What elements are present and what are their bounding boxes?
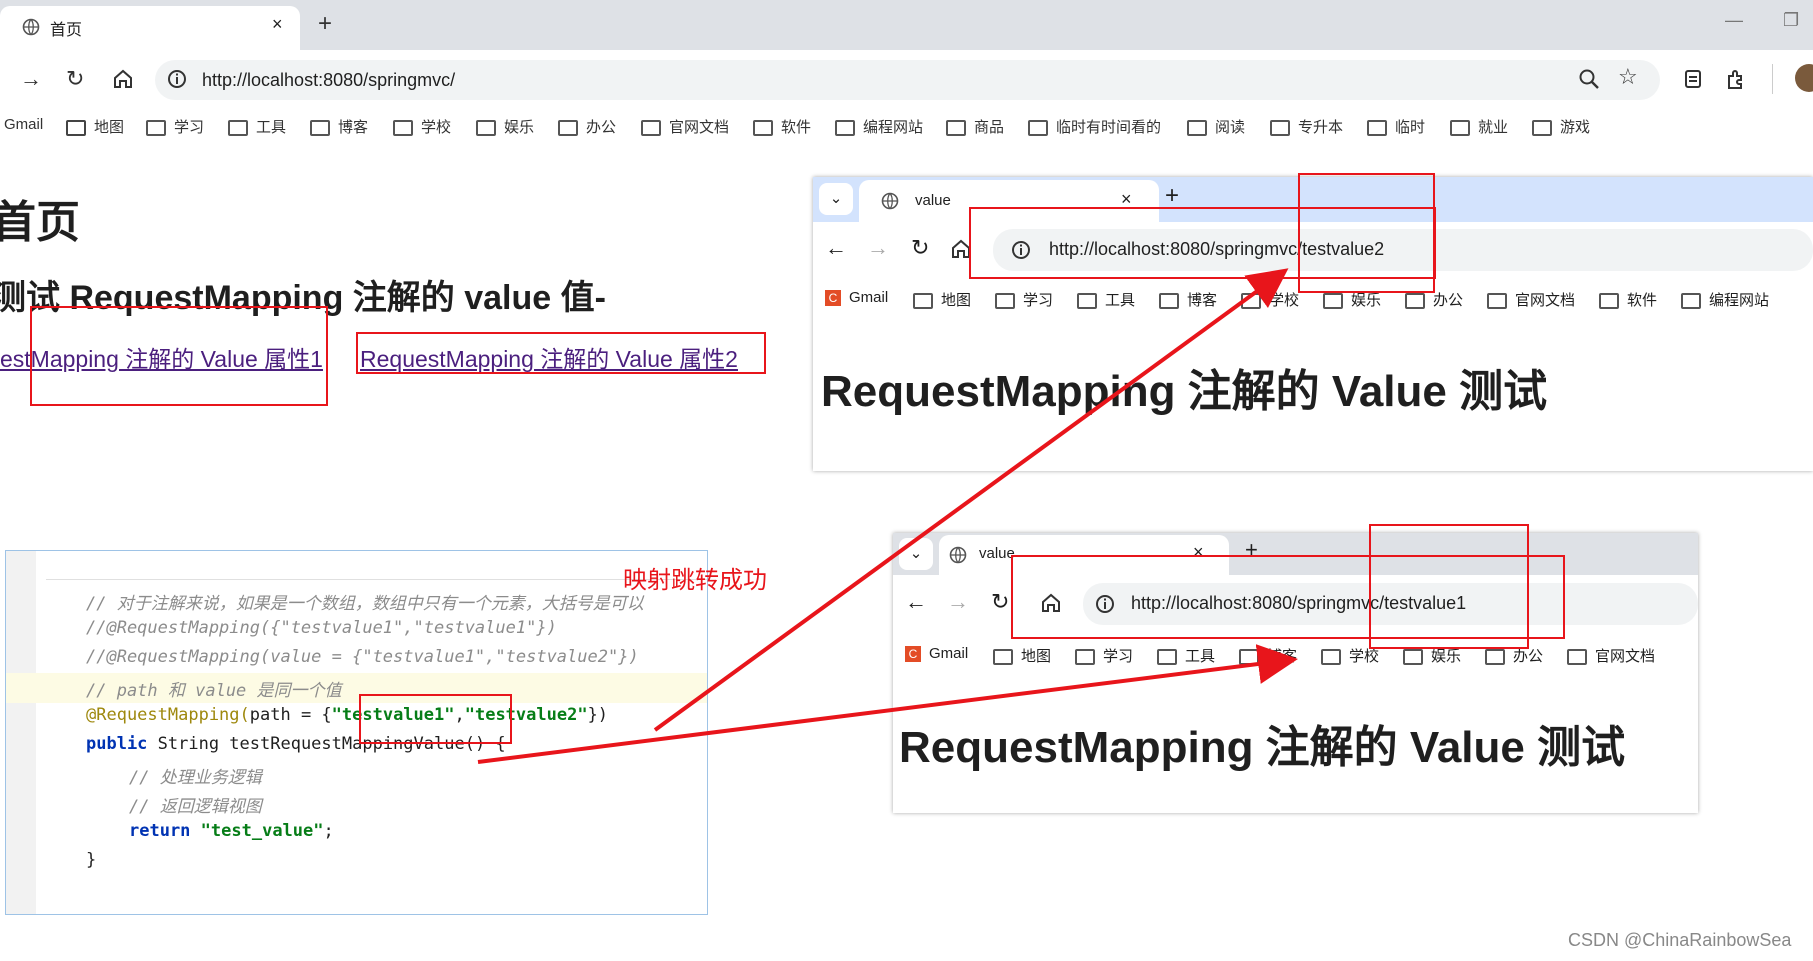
- watermark: CSDN @ChinaRainbowSea: [1568, 930, 1792, 950]
- arrow-to-testvalue2: [653, 268, 1289, 732]
- arrow-to-testvalue1: [477, 644, 1298, 764]
- annotation-arrows: [477, 268, 1298, 764]
